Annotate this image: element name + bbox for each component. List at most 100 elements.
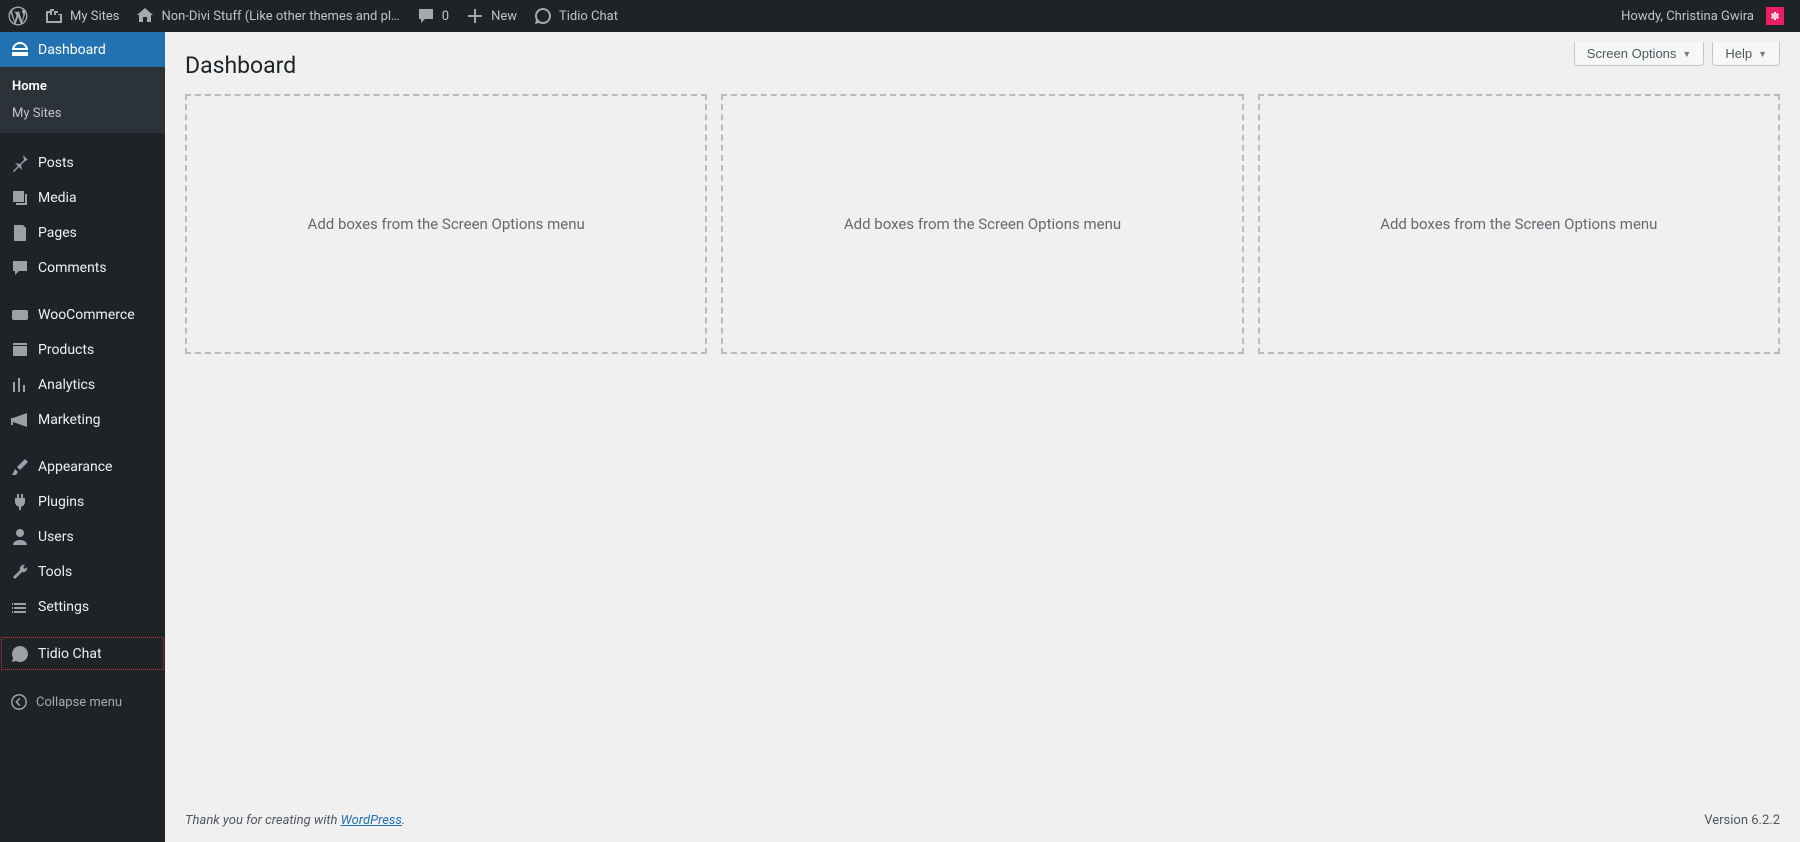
- dropzone-placeholder: Add boxes from the Screen Options menu: [308, 215, 585, 233]
- dashboard-submenu: Home My Sites: [0, 67, 165, 133]
- menu-media[interactable]: Media: [0, 180, 165, 215]
- menu-tidio[interactable]: Tidio Chat: [0, 636, 165, 671]
- toolbar-left: My Sites Non-Divi Stuff (Like other them…: [0, 0, 626, 32]
- main-content: Dashboard Screen Options ▼ Help ▼ Add bo…: [165, 32, 1800, 842]
- separator: [0, 133, 165, 145]
- footer-version: Version 6.2.2: [1704, 813, 1780, 828]
- site-name-link[interactable]: Non-Divi Stuff (Like other themes and pl…: [127, 0, 407, 32]
- menu-products-label: Products: [38, 342, 94, 358]
- brush-icon: [10, 457, 30, 477]
- menu-appearance[interactable]: Appearance: [0, 449, 165, 484]
- woo-icon: [10, 305, 30, 325]
- collapse-icon: [10, 693, 28, 711]
- collapse-label: Collapse menu: [36, 695, 122, 710]
- dashboard-icon: [10, 40, 30, 60]
- new-content-link[interactable]: New: [457, 0, 525, 32]
- plus-icon: [465, 6, 485, 26]
- menu-posts-label: Posts: [38, 155, 74, 171]
- home-icon: [135, 6, 155, 26]
- tidio-icon: [10, 644, 30, 664]
- widget-dropzone-3[interactable]: Add boxes from the Screen Options menu: [1258, 94, 1780, 354]
- screen-options-button[interactable]: Screen Options ▼: [1574, 42, 1705, 66]
- menu-woocommerce[interactable]: WooCommerce: [0, 297, 165, 332]
- menu-dashboard[interactable]: Dashboard: [0, 32, 165, 67]
- footer-thank-prefix: Thank you for creating with: [185, 813, 341, 828]
- analytics-icon: [10, 375, 30, 395]
- menu-users[interactable]: Users: [0, 519, 165, 554]
- collapse-menu[interactable]: Collapse menu: [0, 683, 165, 721]
- plugin-icon: [10, 492, 30, 512]
- my-sites-label: My Sites: [70, 9, 119, 24]
- comments-link[interactable]: 0: [408, 0, 457, 32]
- chat-icon: [533, 6, 553, 26]
- submenu-home[interactable]: Home: [0, 73, 165, 100]
- wordpress-link[interactable]: WordPress: [341, 813, 402, 828]
- menu-users-label: Users: [38, 529, 74, 545]
- pin-icon: [10, 153, 30, 173]
- user-icon: [10, 527, 30, 547]
- menu-pages[interactable]: Pages: [0, 215, 165, 250]
- widget-dropzone-2[interactable]: Add boxes from the Screen Options menu: [721, 94, 1243, 354]
- my-sites-link[interactable]: My Sites: [36, 0, 127, 32]
- menu-marketing-label: Marketing: [38, 412, 101, 428]
- content-header: Dashboard Screen Options ▼ Help ▼: [185, 42, 1780, 94]
- menu-tools-label: Tools: [38, 564, 72, 580]
- dropzone-placeholder: Add boxes from the Screen Options menu: [1380, 215, 1657, 233]
- menu-pages-label: Pages: [38, 225, 77, 241]
- menu-appearance-label: Appearance: [38, 459, 112, 475]
- new-label: New: [491, 9, 517, 24]
- widget-dropzone-1[interactable]: Add boxes from the Screen Options menu: [185, 94, 707, 354]
- avatar: ✽: [1766, 7, 1784, 25]
- marketing-icon: [10, 410, 30, 430]
- menu-analytics[interactable]: Analytics: [0, 367, 165, 402]
- menu-analytics-label: Analytics: [38, 377, 95, 393]
- help-button[interactable]: Help ▼: [1712, 42, 1780, 66]
- page-icon: [10, 223, 30, 243]
- menu-plugins[interactable]: Plugins: [0, 484, 165, 519]
- howdy-label: Howdy, Christina Gwira: [1621, 9, 1754, 24]
- dropzone-placeholder: Add boxes from the Screen Options menu: [844, 215, 1121, 233]
- menu-tidio-label: Tidio Chat: [38, 646, 102, 662]
- footer-thankyou: Thank you for creating with WordPress.: [185, 813, 405, 828]
- help-label: Help: [1725, 46, 1752, 61]
- site-name-label: Non-Divi Stuff (Like other themes and pl…: [161, 9, 399, 24]
- wp-logo[interactable]: [0, 0, 36, 32]
- chevron-down-icon: ▼: [1682, 49, 1691, 59]
- menu-dashboard-label: Dashboard: [38, 42, 106, 58]
- menu-tools[interactable]: Tools: [0, 554, 165, 589]
- menu-settings-label: Settings: [38, 599, 89, 615]
- menu-plugins-label: Plugins: [38, 494, 84, 510]
- network-icon: [44, 6, 64, 26]
- chevron-down-icon: ▼: [1758, 49, 1767, 59]
- admin-footer: Thank you for creating with WordPress. V…: [185, 799, 1780, 842]
- menu-posts[interactable]: Posts: [0, 145, 165, 180]
- admin-toolbar: My Sites Non-Divi Stuff (Like other them…: [0, 0, 1800, 32]
- products-icon: [10, 340, 30, 360]
- comment-icon: [416, 6, 436, 26]
- screen-meta-buttons: Screen Options ▼ Help ▼: [1574, 42, 1780, 66]
- dashboard-widgets: Add boxes from the Screen Options menu A…: [185, 94, 1780, 354]
- comments-count: 0: [442, 9, 449, 24]
- wordpress-icon: [8, 6, 28, 26]
- menu-marketing[interactable]: Marketing: [0, 402, 165, 437]
- wrench-icon: [10, 562, 30, 582]
- menu-comments[interactable]: Comments: [0, 250, 165, 285]
- separator: [0, 285, 165, 297]
- media-icon: [10, 188, 30, 208]
- admin-sidebar: Dashboard Home My Sites Posts Media Page…: [0, 32, 165, 842]
- comments-icon: [10, 258, 30, 278]
- page-title: Dashboard: [185, 52, 296, 79]
- submenu-my-sites[interactable]: My Sites: [0, 100, 165, 127]
- settings-icon: [10, 597, 30, 617]
- menu-woocommerce-label: WooCommerce: [38, 307, 135, 323]
- menu-media-label: Media: [38, 190, 77, 206]
- my-account[interactable]: Howdy, Christina Gwira ✽: [1613, 0, 1792, 32]
- menu-settings[interactable]: Settings: [0, 589, 165, 624]
- separator: [0, 437, 165, 449]
- menu-products[interactable]: Products: [0, 332, 165, 367]
- tidio-toolbar-link[interactable]: Tidio Chat: [525, 0, 626, 32]
- tidio-toolbar-label: Tidio Chat: [559, 9, 618, 24]
- menu-comments-label: Comments: [38, 260, 107, 276]
- separator: [0, 624, 165, 636]
- toolbar-right: Howdy, Christina Gwira ✽: [1613, 0, 1800, 32]
